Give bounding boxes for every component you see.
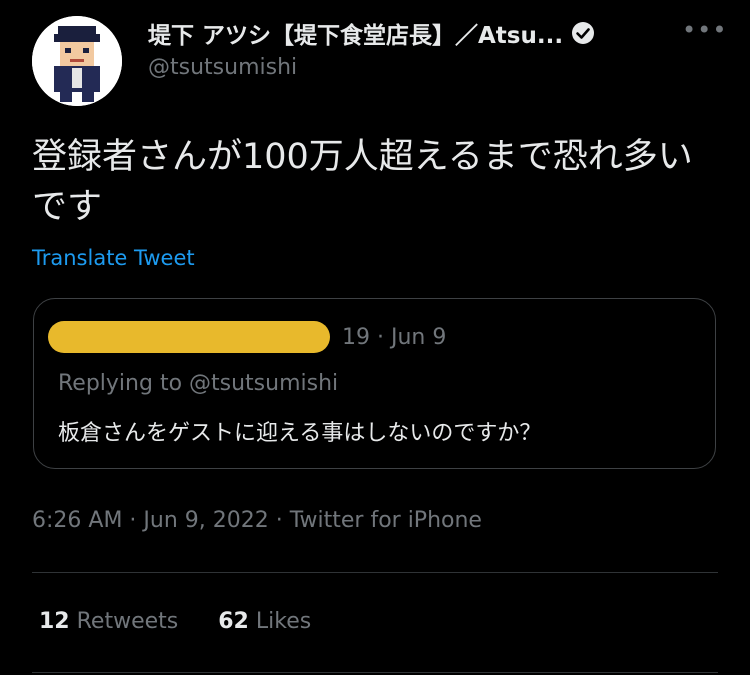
divider: [32, 572, 718, 573]
author-name-row[interactable]: 堤下 アツシ【堤下食堂店長】／Atsu...: [148, 16, 595, 50]
author-handle[interactable]: @tsutsumishi: [148, 55, 297, 80]
author-avatar[interactable]: [32, 16, 122, 106]
retweets-count: 12: [39, 609, 70, 634]
more-options-icon[interactable]: •••: [682, 18, 727, 42]
pixel-character-avatar-icon: [32, 16, 122, 106]
translate-tweet-link[interactable]: Translate Tweet: [32, 246, 195, 270]
retweets-stat[interactable]: 12 Retweets: [39, 609, 178, 634]
retweets-label: Retweets: [76, 609, 179, 634]
verified-badge-icon: [572, 22, 595, 44]
tweet-stats: 12 Retweets 62 Likes: [39, 609, 311, 634]
tweet-timestamp[interactable]: 6:26 AM · Jun 9, 2022 · Twitter for iPho…: [32, 508, 482, 533]
likes-count: 62: [218, 609, 249, 634]
replying-to-label: Replying to @tsutsumishi: [58, 371, 339, 396]
redacted-username-scribble: [48, 321, 330, 353]
likes-stat[interactable]: 62 Likes: [218, 609, 311, 634]
quoted-tweet-date: 19 · Jun 9: [342, 325, 447, 350]
tweet-text: 登録者さんが100万人超えるまで恐れ多いです: [32, 137, 693, 227]
divider: [32, 672, 718, 673]
author-display-name[interactable]: 堤下 アツシ【堤下食堂店長】／Atsu...: [148, 16, 563, 50]
quoted-tweet-text: 板倉さんをゲストに迎える事はしないのですか？: [58, 421, 542, 446]
quoted-tweet[interactable]: 19 · Jun 9 Replying to @tsutsumishi 板倉さん…: [33, 298, 716, 469]
likes-label: Likes: [255, 609, 312, 634]
